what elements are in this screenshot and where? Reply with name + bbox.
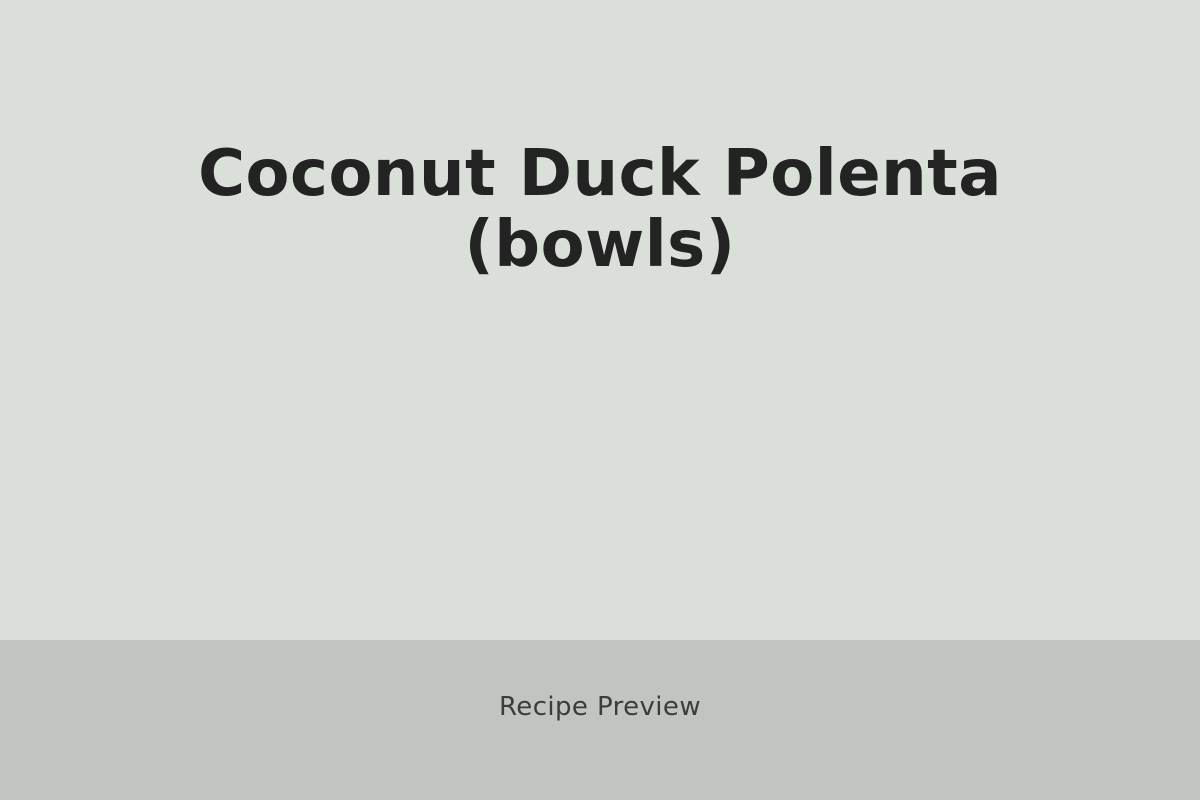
recipe-title-area: Coconut Duck Polenta (bowls) xyxy=(0,0,1200,640)
footer-label: Recipe Preview xyxy=(499,692,701,722)
recipe-title: Coconut Duck Polenta (bowls) xyxy=(100,139,1100,281)
recipe-preview-page: Coconut Duck Polenta (bowls) Recipe Prev… xyxy=(0,0,1200,800)
recipe-title-line-2: (bowls) xyxy=(464,208,736,282)
recipe-title-line-1: Coconut Duck Polenta xyxy=(198,137,1002,211)
